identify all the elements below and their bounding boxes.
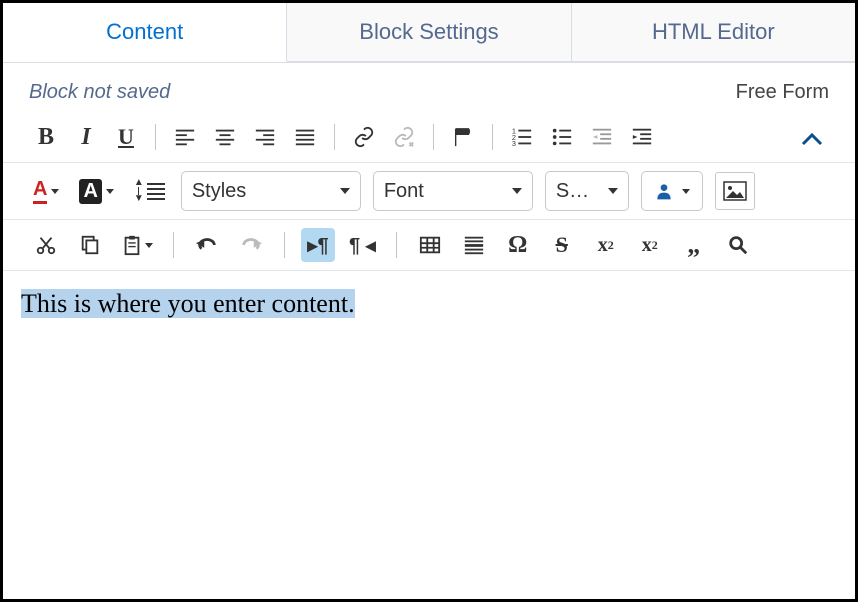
superscript-x: x <box>642 234 652 257</box>
flag-anchor-button[interactable] <box>446 120 480 154</box>
separator <box>433 124 434 150</box>
svg-text:3: 3 <box>512 139 516 148</box>
underline-button[interactable]: U <box>109 120 143 154</box>
tabs: Content Block Settings HTML Editor <box>3 3 855 63</box>
size-label: S… <box>556 180 589 203</box>
separator <box>284 232 285 258</box>
ltr-button[interactable]: ▸¶ <box>301 228 335 262</box>
undo-button[interactable] <box>190 228 224 262</box>
tab-block-settings[interactable]: Block Settings <box>287 3 571 62</box>
align-justify-button[interactable] <box>288 120 322 154</box>
collapse-toolbar-button[interactable] <box>789 122 835 153</box>
indent-button[interactable] <box>625 120 659 154</box>
save-status: Block not saved <box>29 81 170 104</box>
rtl-button[interactable]: ¶ ◂ <box>345 228 380 262</box>
unordered-list-button[interactable] <box>545 120 579 154</box>
horizontal-rule-button[interactable] <box>457 228 491 262</box>
size-dropdown[interactable]: S… <box>545 171 629 211</box>
font-label: Font <box>384 180 424 203</box>
font-dropdown[interactable]: Font <box>373 171 533 211</box>
chevron-down-icon <box>608 188 618 194</box>
selected-content-text: This is where you enter content. <box>21 289 355 318</box>
subscript-button[interactable]: x2 <box>589 228 623 262</box>
status-row: Block not saved Free Form <box>3 63 855 112</box>
unlink-button[interactable] <box>387 120 421 154</box>
align-right-button[interactable] <box>248 120 282 154</box>
paste-button[interactable] <box>117 228 157 262</box>
line-height-button[interactable]: ▲▼ <box>130 174 169 208</box>
subscript-n: 2 <box>608 238 614 253</box>
block-type-label: Free Form <box>736 81 829 104</box>
chevron-down-icon <box>340 188 350 194</box>
toolbar-row-2: A A ▲▼ Styles Font S… <box>3 163 855 220</box>
cut-button[interactable] <box>29 228 63 262</box>
separator <box>155 124 156 150</box>
toolbar-row-1: B I U 123 <box>3 112 855 163</box>
tab-content[interactable]: Content <box>3 3 287 62</box>
align-center-button[interactable] <box>208 120 242 154</box>
separator <box>492 124 493 150</box>
background-color-button[interactable]: A <box>75 174 117 208</box>
subscript-x: x <box>598 234 608 257</box>
toolbar-row-3: ▸¶ ¶ ◂ Ω S x2 x2 „ <box>3 220 855 271</box>
content-editor[interactable]: This is where you enter content. <box>3 271 855 471</box>
superscript-n: 2 <box>652 238 658 253</box>
tab-html-editor[interactable]: HTML Editor <box>572 3 855 62</box>
bold-button[interactable]: B <box>29 120 63 154</box>
chevron-down-icon <box>145 243 153 248</box>
rtl-label: ¶ ◂ <box>349 233 376 258</box>
insert-image-button[interactable] <box>715 172 755 210</box>
special-char-button[interactable]: Ω <box>501 228 535 262</box>
link-button[interactable] <box>347 120 381 154</box>
separator <box>173 232 174 258</box>
find-button[interactable] <box>721 228 755 262</box>
styles-dropdown[interactable]: Styles <box>181 171 361 211</box>
italic-button[interactable]: I <box>69 120 103 154</box>
ordered-list-button[interactable]: 123 <box>505 120 539 154</box>
separator <box>396 232 397 258</box>
table-button[interactable] <box>413 228 447 262</box>
align-left-button[interactable] <box>168 120 202 154</box>
text-color-button[interactable]: A <box>29 174 63 208</box>
redo-button[interactable] <box>234 228 268 262</box>
personalization-button[interactable] <box>641 171 703 211</box>
blockquote-button[interactable]: „ <box>677 228 711 262</box>
strikethrough-button[interactable]: S <box>545 228 579 262</box>
superscript-button[interactable]: x2 <box>633 228 667 262</box>
separator <box>334 124 335 150</box>
chevron-down-icon <box>682 189 690 194</box>
copy-button[interactable] <box>73 228 107 262</box>
chevron-down-icon <box>512 188 522 194</box>
outdent-button[interactable] <box>585 120 619 154</box>
styles-label: Styles <box>192 180 246 203</box>
ltr-label: ▸¶ <box>307 233 328 258</box>
